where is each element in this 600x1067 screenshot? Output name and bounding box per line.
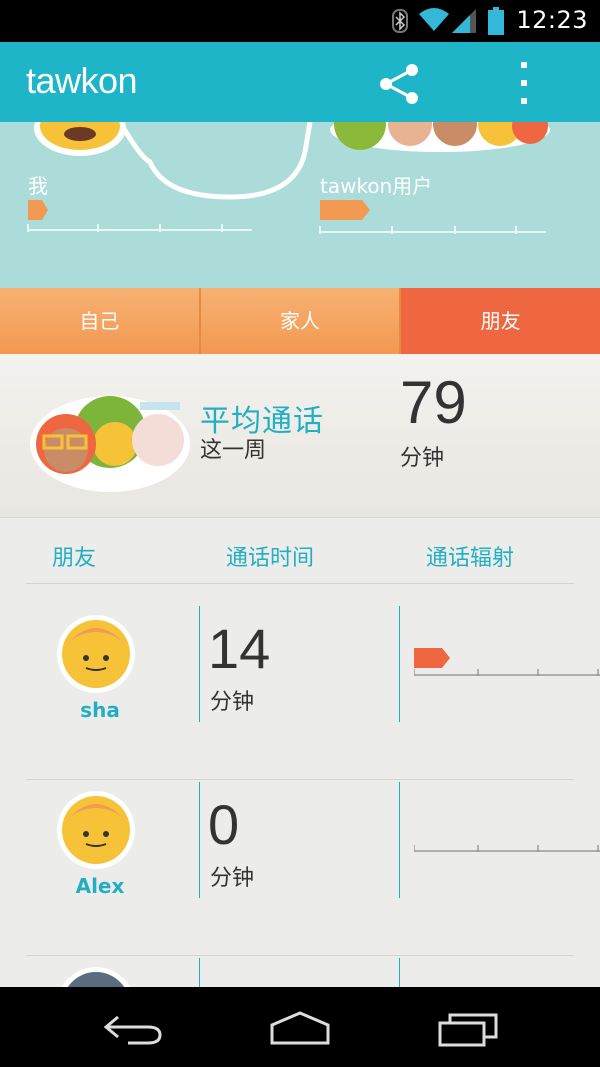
table-row[interactable]: Alex 0 分钟 (26, 780, 600, 956)
recents-icon[interactable] (438, 1009, 500, 1049)
friend-name: sha (80, 698, 120, 722)
call-minutes-unit: 分钟 (210, 690, 255, 715)
average-period: 这一周 (200, 438, 267, 463)
header-call-radiation: 通话辐射 (426, 546, 515, 571)
more-icon[interactable] (512, 60, 536, 108)
comparison-panel: 我 tawkon用户 (0, 122, 600, 288)
radiation-meter (414, 845, 600, 852)
comparison-graphic (27, 122, 550, 234)
tab-family[interactable]: 家人 (200, 288, 402, 354)
avatar (57, 791, 135, 869)
average-unit: 分钟 (400, 446, 445, 471)
avatar (57, 615, 135, 693)
divider (199, 782, 200, 898)
comparison-me-label: 我 (28, 174, 48, 198)
battery-icon (488, 7, 504, 35)
header-friends: 朋友 (52, 546, 97, 571)
navigation-bar (0, 987, 600, 1067)
radiation-flag (414, 648, 450, 668)
call-minutes: 0 (208, 793, 240, 856)
home-icon[interactable] (268, 1009, 332, 1049)
share-icon[interactable] (378, 62, 422, 106)
call-minutes-unit: 分钟 (210, 866, 255, 891)
app-bar: tawkon (0, 42, 600, 122)
divider (199, 606, 200, 722)
average-value: 79 (400, 369, 467, 436)
comparison-users-label: tawkon用户 (320, 174, 433, 198)
friends-group-avatar (30, 396, 190, 492)
call-minutes: 14 (208, 617, 271, 680)
bluetooth-icon (392, 9, 408, 33)
radiation-meter (414, 648, 600, 676)
friend-name: Alex (75, 874, 125, 898)
tab-self[interactable]: 自己 (0, 288, 201, 354)
divider (399, 782, 400, 898)
tab-friends[interactable]: 朋友 (401, 288, 600, 366)
divider (399, 606, 400, 722)
table-header: 朋友 通话时间 通话辐射 (26, 518, 574, 584)
signal-icon (452, 9, 476, 33)
summary-card: 平均通话 这一周 79 分钟 (0, 354, 600, 518)
app-title: tawkon (26, 60, 138, 101)
tab-bar: 自己 家人 朋友 (0, 288, 600, 366)
status-bar: 12:23 (0, 0, 600, 42)
wifi-icon (419, 8, 449, 31)
header-call-time: 通话时间 (226, 546, 315, 571)
clock: 12:23 (516, 6, 588, 34)
back-icon[interactable] (104, 1009, 164, 1049)
table-row[interactable]: sha 14 分钟 (26, 604, 600, 780)
